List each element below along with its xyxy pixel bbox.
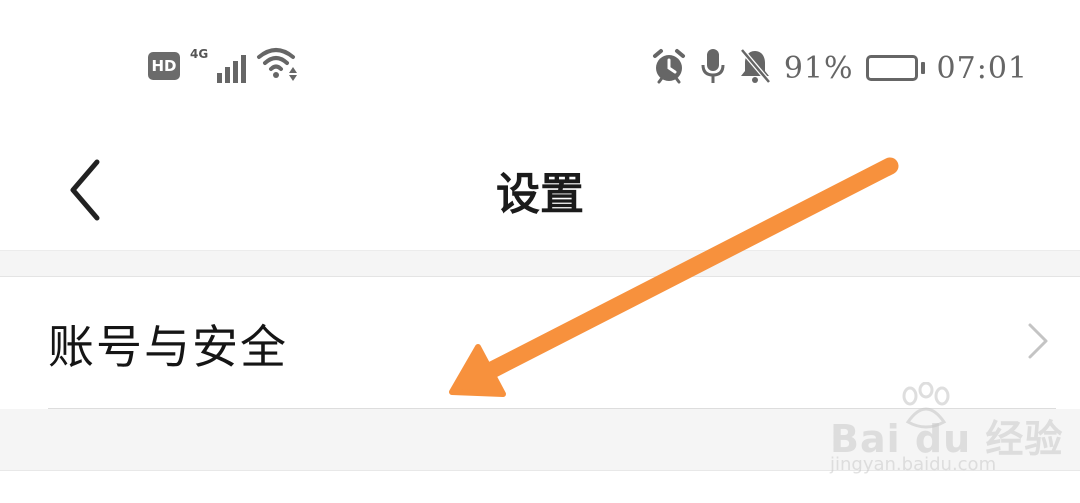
watermark-url: jingyan.baidu.com [830,454,997,475]
settings-item-label: 账号与安全 [48,320,288,374]
status-right-group: 91% 07:01 [650,44,1028,92]
chevron-right-icon [1026,321,1050,365]
microphone-icon [700,47,726,89]
signal-icon: 4G [190,47,246,83]
battery-icon [865,55,925,81]
alarm-icon [650,47,688,89]
battery-percent: 91% [783,50,854,86]
section-spacer [0,250,1080,277]
app-header: 设置 [0,130,1080,250]
status-left-group: HD 4G [148,46,300,86]
status-time: 07:01 [936,50,1028,86]
status-bar: HD 4G 91% 07:01 [0,0,1080,130]
wifi-icon [256,45,300,87]
hd-icon: HD [148,52,180,80]
network-type-label: 4G [190,47,209,61]
watermark: Bai du 经验 jingyan.baidu.com [826,382,1062,482]
page-title: 设置 [496,169,584,220]
bell-muted-icon [738,47,772,89]
